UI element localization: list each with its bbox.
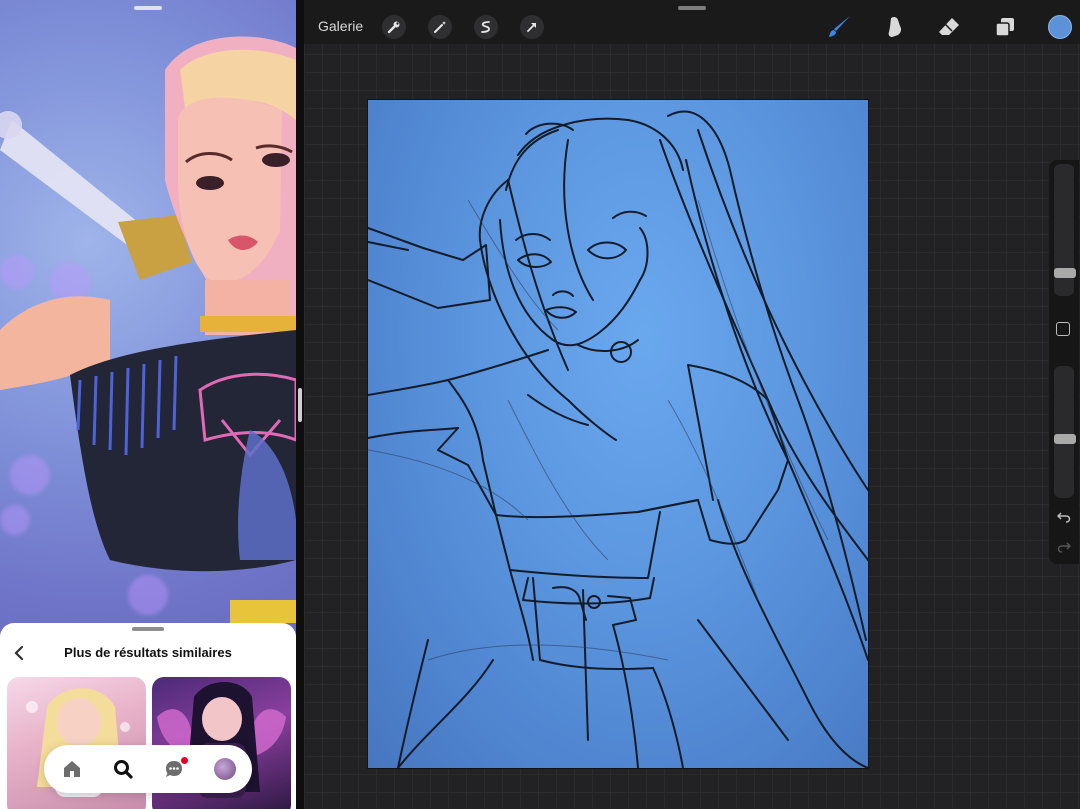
- actions-button[interactable]: [382, 15, 406, 39]
- smudge-icon: [888, 16, 902, 37]
- bottom-nav-bar: [44, 745, 252, 793]
- layers-icon: [995, 18, 1014, 37]
- brush-size-thumb[interactable]: [1054, 268, 1076, 278]
- eraser-tool-button[interactable]: [934, 12, 964, 42]
- search-icon: [114, 760, 133, 779]
- pin-image[interactable]: [0, 0, 296, 623]
- window-grabber[interactable]: [678, 6, 706, 10]
- home-icon: [64, 761, 80, 777]
- opacity-thumb[interactable]: [1054, 434, 1076, 444]
- magic-wand-icon: [434, 21, 446, 33]
- undo-button[interactable]: [1053, 508, 1075, 526]
- smudge-tool-button[interactable]: [880, 12, 910, 42]
- gallery-button[interactable]: Galerie: [318, 18, 363, 34]
- undo-icon: [1057, 512, 1071, 523]
- layers-button[interactable]: [990, 12, 1020, 42]
- redo-icon: [1057, 542, 1071, 553]
- brush-icon: [829, 16, 850, 37]
- sketch-artwork: [368, 110, 868, 768]
- sheet-title: Plus de résultats similaires: [64, 645, 232, 660]
- opacity-slider[interactable]: [1054, 366, 1076, 498]
- eraser-icon: [939, 18, 959, 35]
- brush-size-slider[interactable]: [1054, 164, 1076, 296]
- selection-icon: [481, 21, 490, 33]
- procreate-top-bar: Galerie: [304, 0, 1080, 44]
- brush-tool-button[interactable]: [825, 12, 855, 42]
- side-toolbar: [1049, 160, 1079, 564]
- sheet-grabber[interactable]: [132, 627, 164, 631]
- transform-arrow-icon: [527, 23, 536, 32]
- modify-button[interactable]: [1056, 322, 1070, 336]
- adjustments-button[interactable]: [428, 15, 452, 39]
- messages-button[interactable]: [160, 755, 188, 783]
- color-swatch[interactable]: [1048, 15, 1072, 39]
- wrench-icon: [387, 21, 400, 34]
- selection-button[interactable]: [474, 15, 498, 39]
- drawing-canvas[interactable]: [368, 100, 868, 768]
- redo-button[interactable]: [1053, 538, 1075, 556]
- profile-button[interactable]: [211, 755, 239, 783]
- window-grabber[interactable]: [134, 6, 162, 10]
- notification-dot: [181, 757, 188, 764]
- pinterest-split-view: Plus de résultats similaires: [0, 0, 296, 809]
- home-button[interactable]: [58, 755, 86, 783]
- procreate-app: Galerie: [304, 0, 1080, 809]
- transform-button[interactable]: [520, 15, 544, 39]
- split-view-handle[interactable]: [298, 388, 302, 422]
- search-button[interactable]: [109, 755, 137, 783]
- avatar: [214, 758, 236, 780]
